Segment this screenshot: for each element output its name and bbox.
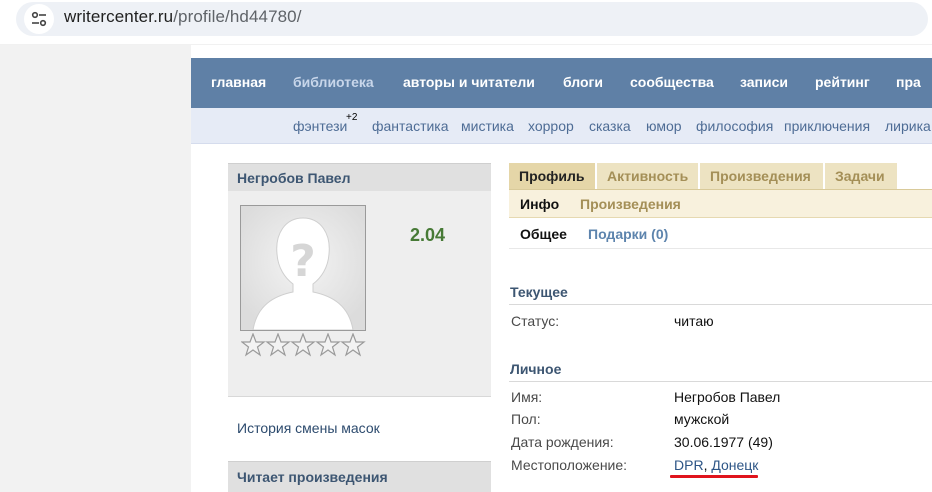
- browser-toolbar: writercenter.ru/profile/hd44780/: [0, 0, 932, 45]
- profile-name: Негробов Павел: [237, 170, 351, 186]
- location-value: DPR, Донецк: [674, 457, 758, 473]
- location-label: Местоположение:: [511, 457, 628, 473]
- profile-tabs: Профиль Активность Произведения Задачи: [509, 163, 932, 189]
- section-current-title: Текущее: [510, 284, 568, 300]
- section-divider: [509, 304, 932, 305]
- nav-item-rating[interactable]: рейтинг: [815, 74, 870, 90]
- page-left-gutter: [0, 45, 191, 492]
- subtab-general[interactable]: Общее: [520, 226, 567, 242]
- genre-horror[interactable]: хоррор: [528, 118, 574, 134]
- reading-header-label: Читает произведения: [237, 469, 388, 485]
- star-icon[interactable]: [265, 333, 291, 357]
- url-text[interactable]: writercenter.ru/profile/hd44780/: [64, 7, 302, 27]
- star-icon[interactable]: [315, 333, 341, 357]
- nav-item-authors[interactable]: авторы и читатели: [403, 74, 535, 90]
- star-icon[interactable]: [241, 333, 266, 357]
- main-nav: главная библиотека авторы и читатели бло…: [191, 58, 932, 108]
- genre-philosophy[interactable]: философия: [696, 118, 773, 134]
- status-label: Статус:: [511, 313, 560, 329]
- name-value: Негробов Павел: [674, 389, 781, 405]
- rating-stars[interactable]: [241, 333, 369, 357]
- star-icon[interactable]: [290, 333, 316, 357]
- nav-item-posts[interactable]: записи: [740, 74, 788, 90]
- star-icon[interactable]: [340, 333, 366, 357]
- avatar-placeholder-icon: ?: [241, 206, 365, 331]
- section-personal-title: Личное: [510, 361, 562, 377]
- location-city-link[interactable]: Донецк: [711, 457, 758, 473]
- url-host: writercenter.ru: [64, 7, 174, 26]
- gender-value: мужской: [674, 411, 730, 427]
- status-value: читаю: [674, 313, 714, 329]
- genre-lyrics[interactable]: лирика: [885, 118, 931, 134]
- birthdate-label: Дата рождения:: [511, 434, 614, 450]
- annotation-underline: [670, 475, 758, 478]
- svg-text:?: ?: [290, 236, 316, 287]
- nav-item-main[interactable]: главная: [211, 74, 266, 90]
- genre-fantasy-badge: +2: [346, 112, 358, 123]
- location-country-link[interactable]: DPR: [674, 457, 704, 473]
- subtab-works[interactable]: Произведения: [580, 196, 681, 212]
- genre-fairytale[interactable]: сказка: [589, 118, 631, 134]
- tab-tasks[interactable]: Задачи: [825, 163, 897, 189]
- name-label: Имя:: [511, 389, 543, 405]
- genre-sci-fi[interactable]: фантастика: [372, 118, 449, 134]
- subtabs-primary: Инфо Произведения: [509, 190, 932, 218]
- nav-item-more[interactable]: пра: [896, 74, 921, 90]
- site-settings-icon[interactable]: [24, 4, 54, 34]
- avatar[interactable]: ?: [240, 205, 366, 331]
- subtab-gifts[interactable]: Подарки (0): [588, 226, 668, 242]
- gender-label: Пол:: [511, 411, 541, 427]
- subtab-info[interactable]: Инфо: [520, 196, 559, 212]
- tab-profile[interactable]: Профиль: [509, 163, 595, 189]
- header-strip: [191, 45, 932, 58]
- tab-works[interactable]: Произведения: [700, 163, 823, 189]
- tab-activity[interactable]: Активность: [597, 163, 698, 189]
- genre-adventure[interactable]: приключения: [784, 118, 870, 134]
- profile-name-header: Негробов Павел: [228, 163, 491, 191]
- genre-bar: фэнтези +2 фантастика мистика хоррор ска…: [191, 108, 932, 144]
- genre-fantasy[interactable]: фэнтези: [293, 118, 347, 134]
- mask-history-link[interactable]: История смены масок: [237, 420, 380, 436]
- reading-header: Читает произведения: [228, 461, 491, 492]
- subtabs-secondary: Общее Подарки (0): [509, 219, 932, 249]
- section-divider: [509, 381, 932, 382]
- profile-rating: 2.04: [410, 225, 446, 245]
- birthdate-value: 30.06.1977 (49): [674, 434, 773, 450]
- nav-item-library[interactable]: библиотека: [293, 74, 374, 90]
- genre-mystic[interactable]: мистика: [461, 118, 514, 134]
- genre-humor[interactable]: юмор: [646, 118, 682, 134]
- nav-item-blogs[interactable]: блоги: [563, 74, 603, 90]
- url-path: /profile/hd44780/: [173, 7, 302, 26]
- nav-item-communities[interactable]: сообщества: [630, 74, 714, 90]
